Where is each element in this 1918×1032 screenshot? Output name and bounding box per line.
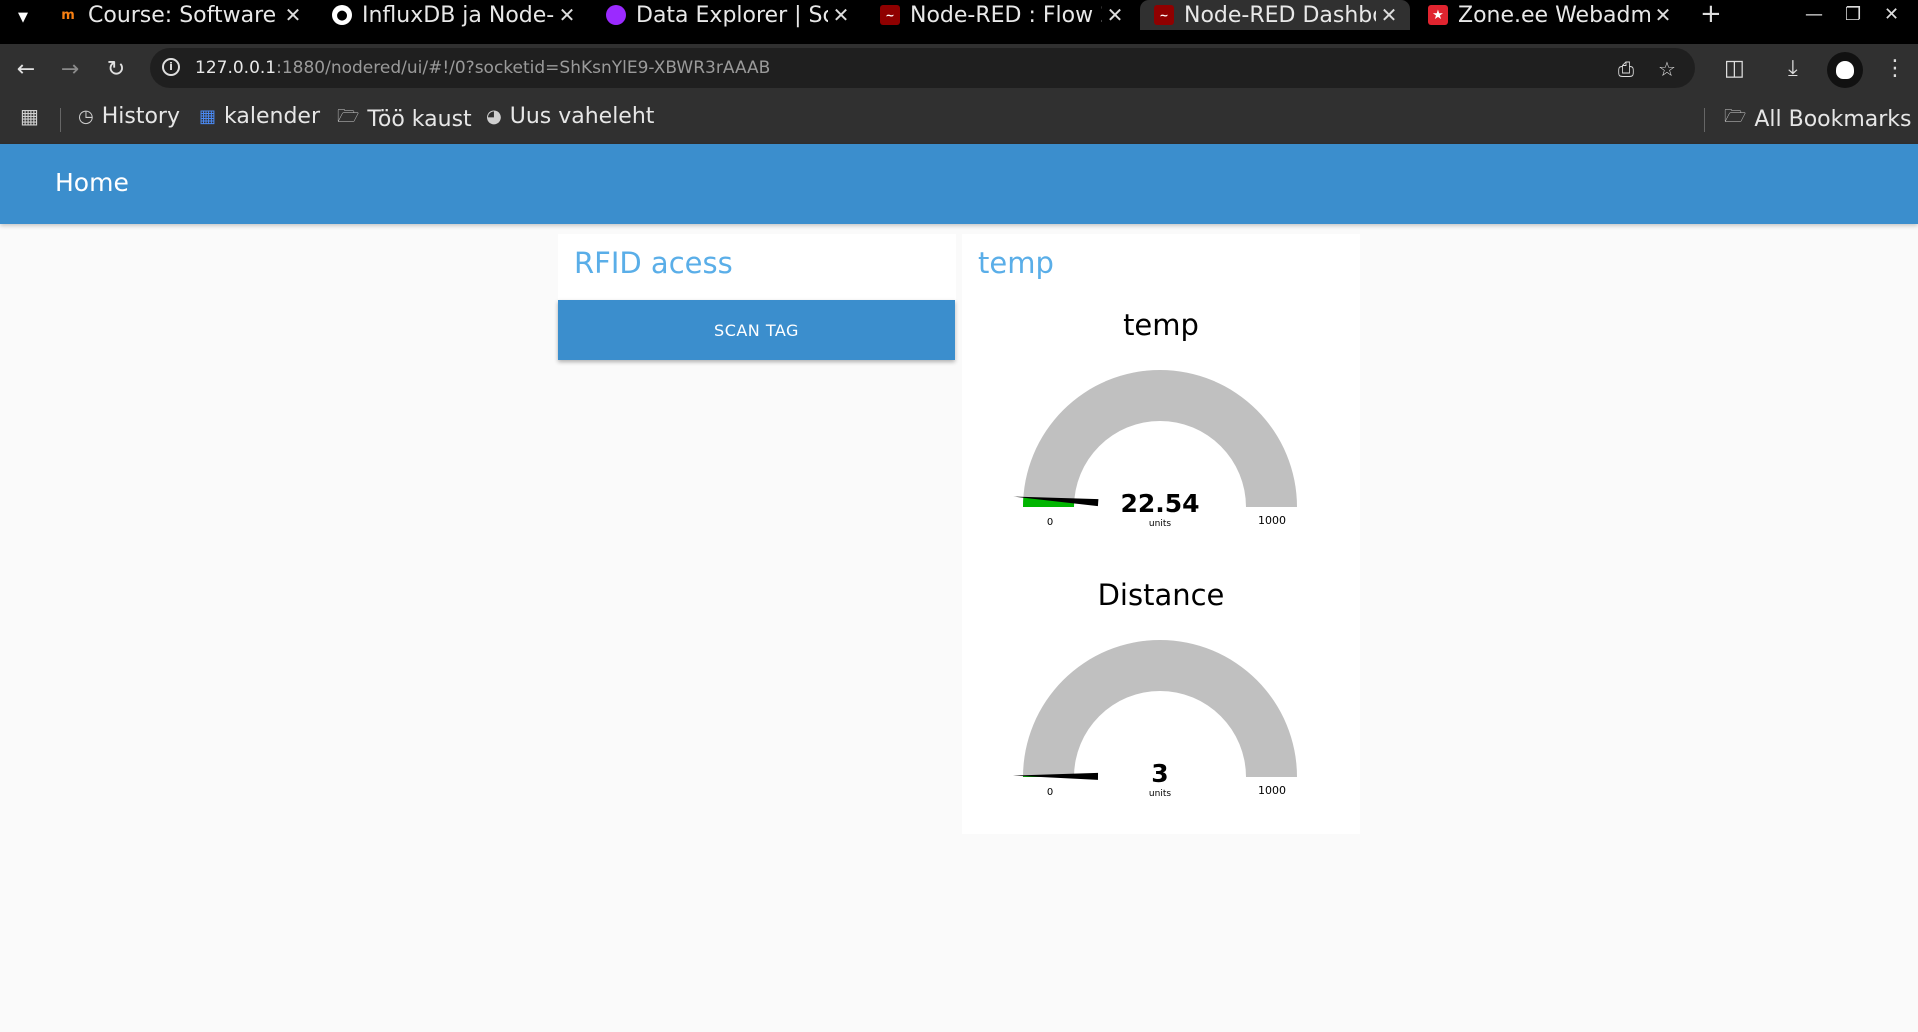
- minimize-icon[interactable]: —: [1805, 0, 1823, 30]
- browser-tab-strip: ▼ m Course: Software T ✕ ● InfluxDB ja N…: [0, 0, 1918, 44]
- all-bookmarks-label: All Bookmarks: [1754, 106, 1912, 132]
- bookmark-label: kalender: [224, 104, 320, 129]
- url-text[interactable]: 127.0.0.1:1880/nodered/ui/#!/0?socketid=…: [195, 58, 770, 78]
- folder-icon: 🗁: [337, 106, 360, 127]
- globe-icon: ◕: [486, 106, 502, 127]
- install-app-icon[interactable]: ⎙: [1618, 57, 1634, 81]
- bookmark-kalender[interactable]: ▦ kalender: [199, 104, 320, 129]
- forward-arrow-icon[interactable]: →: [56, 56, 84, 84]
- node-red-icon: ∼: [1154, 5, 1174, 25]
- close-icon[interactable]: ✕: [1102, 3, 1128, 27]
- gauge-title-temp: temp: [1123, 308, 1199, 342]
- moodle-icon: m: [61, 7, 75, 23]
- close-icon[interactable]: ✕: [280, 3, 306, 27]
- tab-title: Node-RED Dashbo: [1184, 2, 1376, 28]
- tab-search-chevron-icon[interactable]: ▼: [12, 6, 34, 28]
- bookmark-too-kaust[interactable]: 🗁 Töö kaust: [337, 104, 472, 134]
- bookmark-label: History: [101, 104, 180, 129]
- tab-title: Data Explorer | Sch: [636, 2, 828, 28]
- site-info-icon[interactable]: i: [162, 58, 180, 76]
- browser-toolbar: ← → ↻ i 127.0.0.1:1880/nodered/ui/#!/0?s…: [0, 44, 1918, 96]
- browser-tab-active[interactable]: ∼ Node-RED Dashbo ✕: [1140, 0, 1410, 30]
- profile-avatar[interactable]: [1827, 52, 1863, 88]
- bookmark-uus-vaheleht[interactable]: ◕ Uus vaheleht: [486, 104, 654, 129]
- close-icon[interactable]: ✕: [828, 3, 854, 27]
- group-title: RFID acess: [574, 246, 733, 280]
- reload-icon[interactable]: ↻: [102, 56, 130, 84]
- tab-title: Node-RED : Flow 2: [910, 2, 1102, 28]
- calendar-icon: ▦: [199, 106, 217, 127]
- apps-grid-icon[interactable]: ▦: [20, 104, 47, 128]
- bookmark-label: Uus vaheleht: [509, 104, 655, 129]
- address-bar[interactable]: i 127.0.0.1:1880/nodered/ui/#!/0?socketi…: [150, 48, 1695, 88]
- all-bookmarks[interactable]: 🗁 All Bookmarks: [1724, 104, 1912, 134]
- page-title: Home: [55, 168, 129, 197]
- history-icon: ◷: [78, 106, 94, 127]
- bookmark-separator: [1704, 108, 1705, 132]
- browser-tab[interactable]: ● InfluxDB ja Node-R ✕: [318, 0, 588, 30]
- gauge-title-distance: Distance: [1097, 578, 1225, 612]
- dashboard-header: Home: [0, 144, 1918, 224]
- browser-tab[interactable]: ★ Zone.ee Webadmi ✕: [1414, 0, 1684, 30]
- tab-title: Zone.ee Webadmi: [1458, 2, 1650, 28]
- folder-icon: 🗁: [1724, 106, 1747, 127]
- url-path: :1880/nodered/ui/#!/0?socketid=ShKsnYlE9…: [276, 58, 771, 78]
- bookmark-label: Töö kaust: [367, 106, 472, 132]
- close-icon[interactable]: ✕: [554, 3, 580, 27]
- node-red-icon: ∼: [880, 5, 900, 25]
- github-icon: ●: [332, 5, 352, 25]
- window-close-icon[interactable]: ✕: [1884, 0, 1899, 30]
- more-menu-icon[interactable]: ⋮: [1884, 56, 1906, 81]
- extensions-icon[interactable]: ◫: [1724, 56, 1745, 81]
- browser-tab[interactable]: ∼ Node-RED : Flow 2 ✕: [866, 0, 1136, 30]
- bookmark-separator: [60, 108, 61, 132]
- restore-icon[interactable]: ❐: [1845, 0, 1861, 30]
- group-title: temp: [978, 246, 1054, 280]
- scan-tag-button[interactable]: SCAN TAG: [558, 300, 955, 360]
- tab-title: Course: Software T: [88, 2, 280, 28]
- new-tab-plus-icon[interactable]: +: [1700, 0, 1722, 30]
- close-icon[interactable]: ✕: [1650, 3, 1676, 27]
- bookmarks-bar: ▦ ◷ History ▦ kalender 🗁 Töö kaust ◕ Uus…: [0, 96, 1918, 144]
- download-icon[interactable]: ⤓: [1788, 56, 1798, 81]
- back-arrow-icon[interactable]: ←: [12, 56, 40, 84]
- close-icon[interactable]: ✕: [1376, 3, 1402, 27]
- browser-tab[interactable]: Data Explorer | Sch ✕: [592, 0, 862, 30]
- tab-title: InfluxDB ja Node-R: [362, 2, 554, 28]
- url-host: 127.0.0.1: [195, 58, 277, 78]
- bookmark-history[interactable]: ◷ History: [78, 104, 180, 129]
- browser-tab[interactable]: m Course: Software T ✕: [44, 0, 314, 30]
- profile-icon: [1836, 61, 1854, 79]
- zone-icon: ★: [1428, 5, 1448, 25]
- influxdb-icon: [606, 5, 626, 25]
- bookmark-star-icon[interactable]: ☆: [1658, 57, 1676, 81]
